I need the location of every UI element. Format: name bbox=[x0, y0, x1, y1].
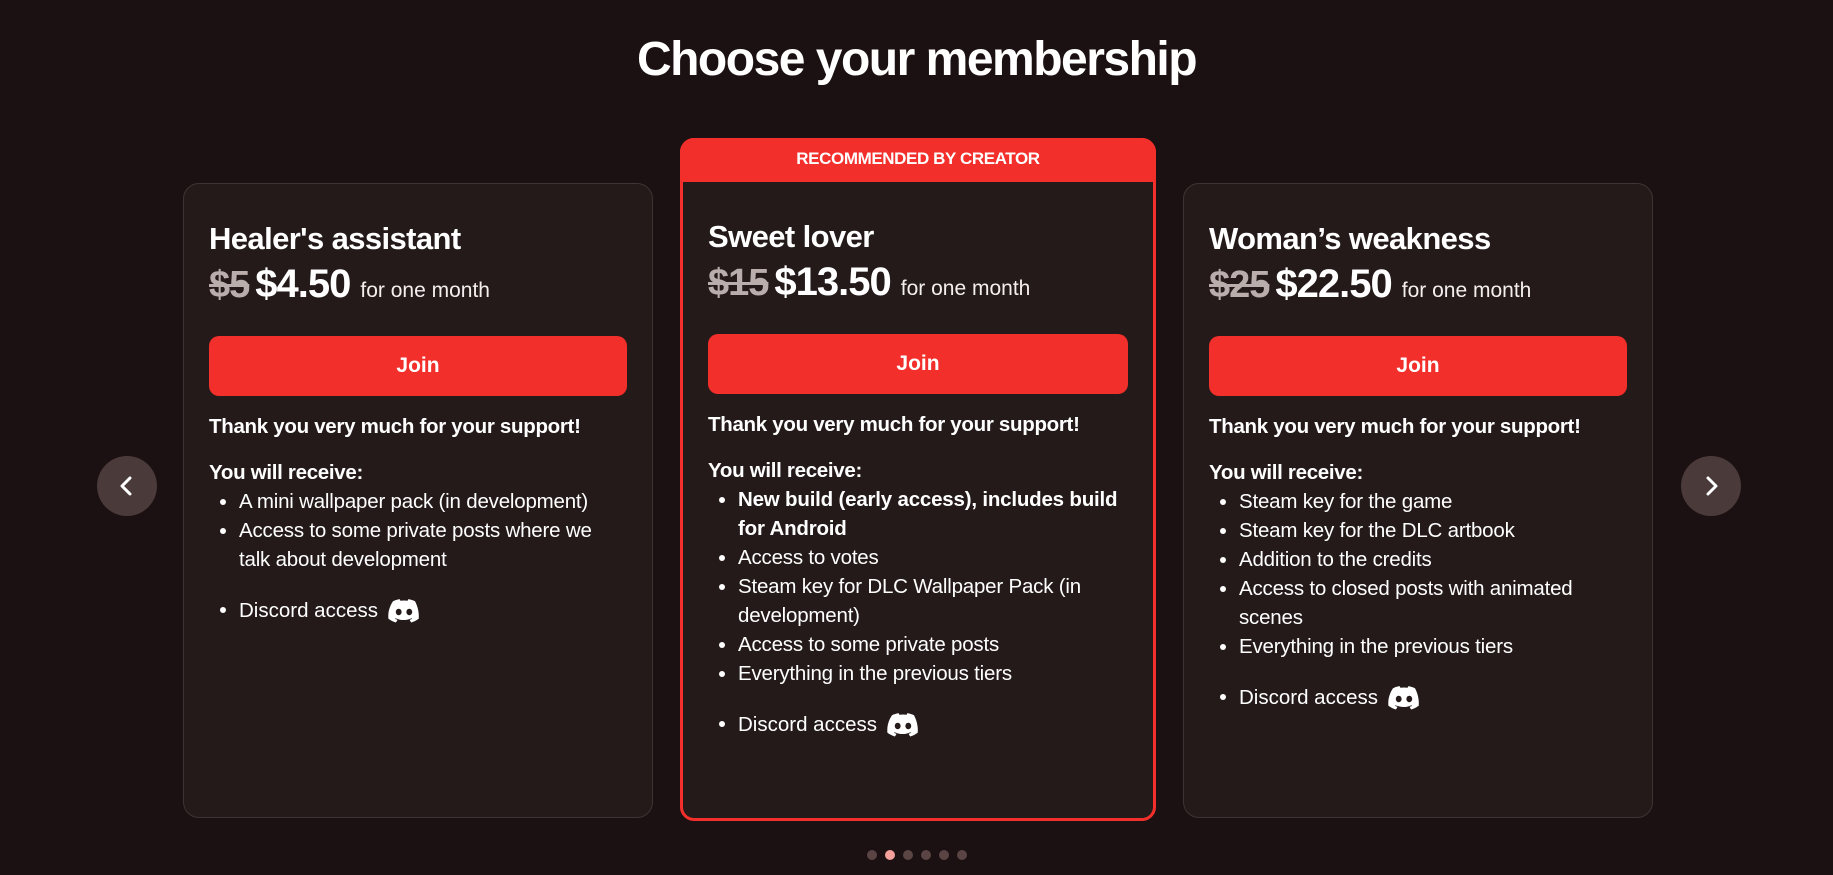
receive-label: You will receive: bbox=[708, 459, 863, 482]
carousel-dot-5[interactable] bbox=[938, 850, 949, 860]
benefit-item: Everything in the previous tiers bbox=[1239, 632, 1627, 661]
discord-access-item: Discord access bbox=[738, 709, 1128, 739]
discord-icon bbox=[1388, 686, 1419, 710]
discord-list: Discord access bbox=[209, 595, 627, 625]
chevron-left-icon bbox=[120, 476, 132, 496]
billing-period: for one month bbox=[1401, 279, 1532, 302]
chevron-right-icon bbox=[1706, 476, 1718, 496]
benefit-item: Access to votes bbox=[738, 543, 1128, 572]
tier-name: Healer's assistant bbox=[209, 221, 461, 256]
benefit-item: A mini wallpaper pack (in development) bbox=[239, 487, 627, 516]
benefit-item: Everything in the previous tiers bbox=[738, 659, 1128, 688]
discord-access-label: Discord access bbox=[1239, 686, 1378, 710]
benefit-item: Access to closed posts with animated sce… bbox=[1239, 574, 1627, 632]
benefit-item: New build (early access), includes build… bbox=[738, 485, 1128, 543]
thanks-message: Thank you very much for your support! bbox=[1209, 415, 1581, 438]
discord-access-item: Discord access bbox=[239, 595, 627, 625]
benefits-list: A mini wallpaper pack (in development) A… bbox=[209, 487, 627, 574]
price-row: $5 $4.50 for one month bbox=[209, 262, 627, 310]
receive-label: You will receive: bbox=[1209, 461, 1364, 484]
billing-period: for one month bbox=[900, 277, 1031, 300]
billing-period: for one month bbox=[360, 279, 490, 302]
thanks-message: Thank you very much for your support! bbox=[209, 415, 581, 438]
discord-access-label: Discord access bbox=[738, 713, 877, 737]
thanks-message: Thank you very much for your support! bbox=[708, 413, 1080, 436]
receive-label: You will receive: bbox=[209, 461, 364, 484]
old-price: $25 bbox=[1209, 264, 1270, 306]
recommended-badge: RECOMMENDED BY CREATOR bbox=[680, 138, 1156, 182]
tier-name: Woman’s weakness bbox=[1209, 221, 1491, 256]
page-title: Choose your membership bbox=[636, 33, 1198, 86]
old-price: $5 bbox=[209, 264, 250, 306]
discord-access-item: Discord access bbox=[1239, 682, 1627, 712]
carousel-dot-1[interactable] bbox=[866, 850, 877, 860]
benefit-item: Steam key for the DLC artbook bbox=[1239, 516, 1627, 545]
discord-icon bbox=[887, 713, 918, 737]
join-button[interactable]: Join bbox=[1209, 336, 1627, 396]
discord-icon bbox=[388, 599, 419, 623]
discord-list: Discord access bbox=[708, 709, 1128, 739]
carousel-next-button[interactable] bbox=[1681, 456, 1741, 516]
benefit-item: Steam key for the game bbox=[1239, 487, 1627, 516]
price-row: $25 $22.50 for one month bbox=[1209, 262, 1627, 310]
current-price: $4.50 bbox=[255, 262, 351, 306]
carousel-prev-button[interactable] bbox=[97, 456, 157, 516]
old-price: $15 bbox=[708, 262, 769, 304]
current-price: $13.50 bbox=[774, 260, 891, 304]
discord-access-label: Discord access bbox=[239, 599, 378, 623]
benefit-item: Access to some private posts where we ta… bbox=[239, 516, 627, 574]
carousel-pagination bbox=[0, 850, 1833, 860]
join-button[interactable]: Join bbox=[209, 336, 627, 396]
benefits-list: Steam key for the game Steam key for the… bbox=[1209, 487, 1627, 661]
benefits-list: New build (early access), includes build… bbox=[708, 485, 1128, 688]
tier-name: Sweet lover bbox=[708, 219, 874, 254]
benefit-item: Access to some private posts bbox=[738, 630, 1128, 659]
tier-card-womans-weakness: Woman’s weakness $25 $22.50 for one mont… bbox=[1183, 183, 1653, 818]
join-button[interactable]: Join bbox=[708, 334, 1128, 394]
benefit-item: Steam key for DLC Wallpaper Pack (in dev… bbox=[738, 572, 1128, 630]
current-price: $22.50 bbox=[1275, 262, 1392, 306]
price-row: $15 $13.50 for one month bbox=[708, 260, 1128, 308]
tier-card-healers-assistant: Healer's assistant $5 $4.50 for one mont… bbox=[183, 183, 653, 818]
discord-list: Discord access bbox=[1209, 682, 1627, 712]
tier-card-sweet-lover: RECOMMENDED BY CREATOR Sweet lover $15 $… bbox=[680, 138, 1156, 821]
carousel-dot-3[interactable] bbox=[902, 850, 913, 860]
carousel-dot-6[interactable] bbox=[956, 850, 967, 860]
carousel-dot-2[interactable] bbox=[884, 850, 895, 860]
carousel-dot-4[interactable] bbox=[920, 850, 931, 860]
benefit-item: Addition to the credits bbox=[1239, 545, 1627, 574]
